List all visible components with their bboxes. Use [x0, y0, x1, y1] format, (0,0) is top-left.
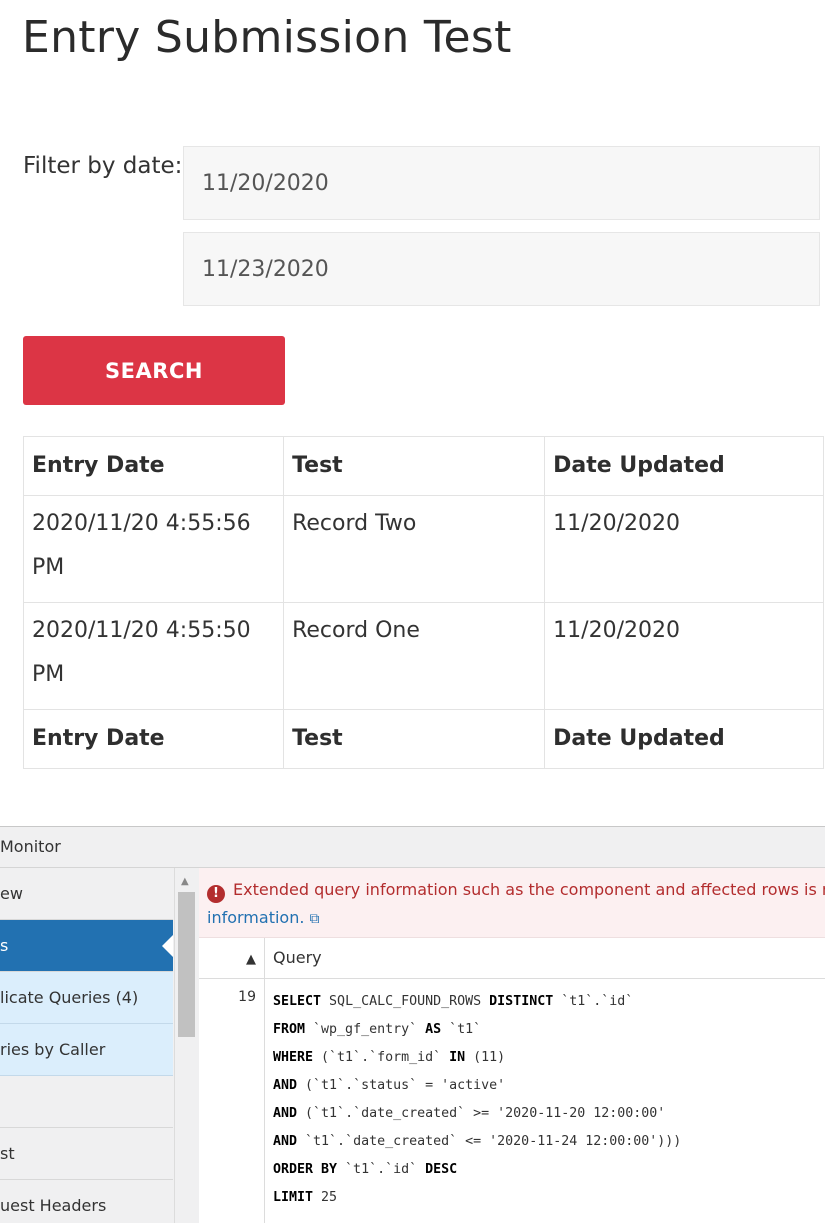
- sql-text: `t1`: [441, 1022, 482, 1037]
- date-from-input[interactable]: [183, 146, 820, 220]
- sql-text: `t1`.`date_created` <= '2020-11-24 12:00…: [297, 1134, 682, 1149]
- qm-nav-item-request-headers[interactable]: uest Headers: [0, 1180, 173, 1223]
- sort-ascending-icon[interactable]: ▲: [246, 952, 256, 967]
- column-footer-date-updated: Date Updated: [544, 709, 824, 769]
- sql-line: FROM `wp_gf_entry` AS `t1`: [273, 1016, 681, 1044]
- filter-label: Filter by date:: [23, 153, 183, 179]
- sql-keyword: WHERE: [273, 1050, 314, 1065]
- sql-keyword: DISTINCT: [489, 994, 554, 1009]
- sql-text: (`t1`.`status` = 'active': [297, 1078, 506, 1093]
- qm-nav-item-queries-by-caller[interactable]: ries by Caller: [0, 1024, 173, 1076]
- query-monitor-title[interactable]: Monitor: [0, 827, 825, 868]
- column-footer-test: Test: [283, 709, 546, 769]
- sql-keyword: DESC: [425, 1162, 458, 1177]
- sql-keyword: AND: [273, 1106, 298, 1121]
- table-header-row: Entry Date Test Date Updated: [22, 436, 824, 496]
- qm-query-row: 19 SELECT SQL_CALC_FOUND_ROWS DISTINCT `…: [199, 979, 825, 1223]
- cell-date-updated: 11/20/2020: [544, 495, 824, 603]
- qm-nav-scrollbar[interactable]: ▲: [174, 868, 200, 1223]
- sql-line: AND (`t1`.`date_created` >= '2020-11-20 …: [273, 1100, 681, 1128]
- qm-notice-link[interactable]: information.: [207, 908, 304, 927]
- search-button[interactable]: SEARCH: [23, 336, 285, 405]
- sql-text: 25: [313, 1190, 338, 1205]
- column-header-entry-date[interactable]: Entry Date: [22, 436, 285, 496]
- query-monitor-nav: ew s licate Queries (4) ries by Caller s…: [0, 868, 173, 1223]
- query-monitor-panel: Monitor ew s licate Queries (4) ries by …: [0, 826, 825, 1223]
- column-footer-entry-date: Entry Date: [22, 709, 285, 769]
- date-to-input[interactable]: [183, 232, 820, 306]
- cell-entry-date: 2020/11/20 4:55:50 PM: [22, 602, 285, 710]
- sql-keyword: AS: [425, 1022, 442, 1037]
- sql-keyword: FROM: [273, 1022, 306, 1037]
- qm-main-content: ! Extended query information such as the …: [199, 868, 825, 1223]
- entries-table: Entry Date Test Date Updated 2020/11/20 …: [22, 436, 824, 769]
- sql-line: WHERE (`t1`.`form_id` IN (11): [273, 1044, 681, 1072]
- sql-line: ORDER BY `t1`.`id` DESC: [273, 1156, 681, 1184]
- external-link-icon[interactable]: ⧉: [310, 911, 320, 927]
- table-row: 2020/11/20 4:55:50 PM Record One 11/20/2…: [22, 602, 824, 710]
- cell-date-updated: 11/20/2020: [544, 602, 824, 710]
- sql-text: (11): [465, 1050, 506, 1065]
- qm-warning-notice: ! Extended query information such as the …: [199, 868, 825, 938]
- scrollbar-thumb[interactable]: [178, 892, 195, 1037]
- page-title: Entry Submission Test: [22, 12, 512, 63]
- cell-test: Record Two: [283, 495, 546, 603]
- sql-line: LIMIT 25: [273, 1184, 681, 1212]
- cell-entry-date: 2020/11/20 4:55:56 PM: [22, 495, 285, 603]
- qm-notice-text: Extended query information such as the c…: [233, 880, 825, 899]
- sql-line: AND `t1`.`date_created` <= '2020-11-24 1…: [273, 1128, 681, 1156]
- sql-text: `t1`.`id`: [337, 1162, 426, 1177]
- column-header-test[interactable]: Test: [283, 436, 546, 496]
- sql-text: (`t1`.`date_created` >= '2020-11-20 12:0…: [297, 1106, 666, 1121]
- sql-keyword: SELECT: [273, 994, 322, 1009]
- table-row: 2020/11/20 4:55:56 PM Record Two 11/20/2…: [22, 495, 824, 603]
- qm-sql-query: SELECT SQL_CALC_FOUND_ROWS DISTINCT `t1`…: [265, 979, 681, 1223]
- qm-nav-item-blank: [0, 1076, 173, 1128]
- sql-keyword: AND: [273, 1078, 298, 1093]
- sql-text: SQL_CALC_FOUND_ROWS: [321, 994, 490, 1009]
- qm-sort-column[interactable]: ▲: [199, 938, 265, 978]
- table-footer-row: Entry Date Test Date Updated: [22, 709, 824, 769]
- qm-nav-item-request[interactable]: st: [0, 1128, 173, 1180]
- sql-keyword: AND: [273, 1134, 298, 1149]
- qm-nav-item-overview[interactable]: ew: [0, 868, 173, 920]
- error-icon: !: [207, 885, 225, 903]
- sql-line: SELECT SQL_CALC_FOUND_ROWS DISTINCT `t1`…: [273, 988, 681, 1016]
- sql-line: AND (`t1`.`status` = 'active': [273, 1072, 681, 1100]
- sql-keyword: LIMIT: [273, 1190, 314, 1205]
- sql-text: `t1`.`id`: [553, 994, 634, 1009]
- column-header-date-updated[interactable]: Date Updated: [544, 436, 824, 496]
- qm-nav-item-queries[interactable]: s: [0, 920, 173, 972]
- qm-query-table-header: ▲ Query: [199, 938, 825, 979]
- sql-text: `wp_gf_entry`: [305, 1022, 426, 1037]
- sql-keyword: ORDER BY: [273, 1162, 338, 1177]
- scroll-up-arrow-icon[interactable]: ▲: [181, 876, 189, 887]
- qm-row-number: 19: [199, 979, 265, 1223]
- sql-keyword: IN: [449, 1050, 466, 1065]
- cell-test: Record One: [283, 602, 546, 710]
- sql-text: (`t1`.`form_id`: [313, 1050, 450, 1065]
- qm-nav-item-duplicate-queries[interactable]: licate Queries (4): [0, 972, 173, 1024]
- qm-column-header-query[interactable]: Query: [265, 938, 322, 978]
